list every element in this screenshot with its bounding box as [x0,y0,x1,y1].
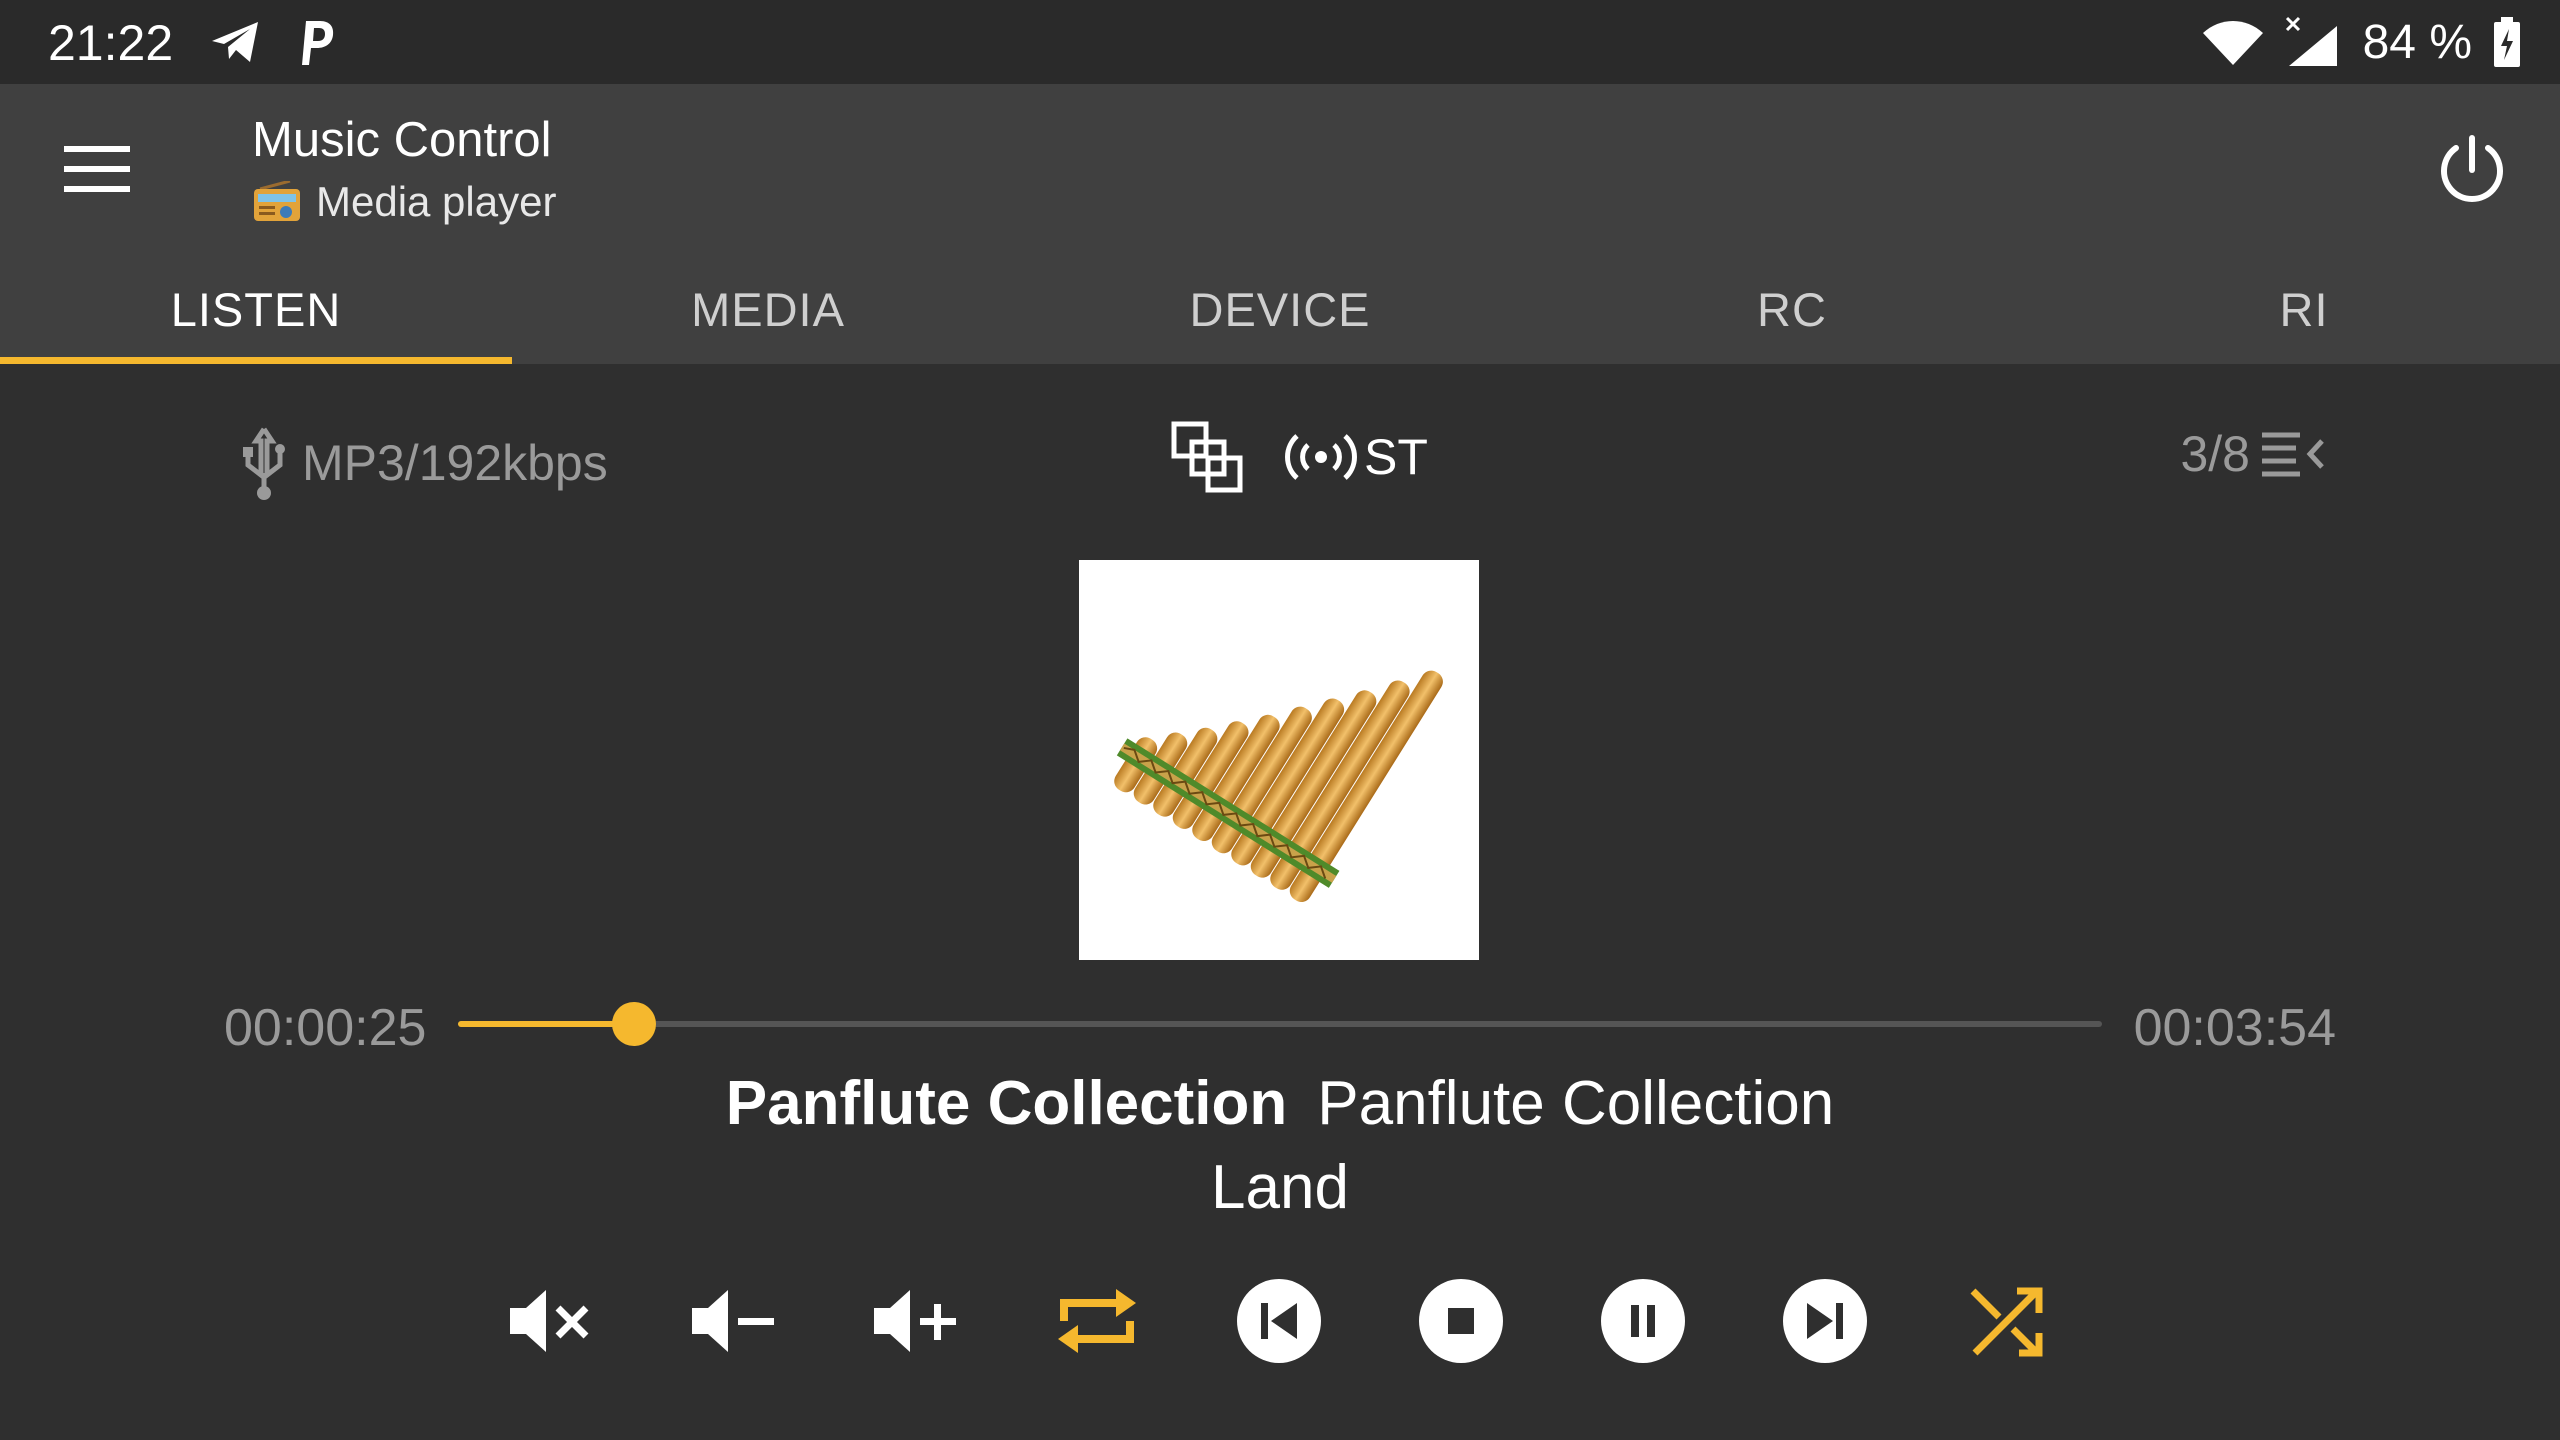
tab-device[interactable]: DEVICE [1024,254,1536,364]
next-icon [1783,1279,1867,1363]
queue-info[interactable]: 3/8 [2180,425,2326,483]
app-subtitle: Media player [252,178,556,226]
audio-format: MP3/192kbps [302,435,608,491]
next-button[interactable] [1780,1276,1870,1366]
seek-bar-thumb[interactable] [611,1002,656,1046]
usb-icon [243,427,285,500]
telegram-icon [212,22,258,62]
cell-signal-icon [2285,16,2337,66]
stereo-indicator: ST [1284,428,1428,486]
volume-up-icon [874,1290,956,1352]
volume-up-button[interactable] [870,1276,960,1366]
seek-bar-progress [458,1021,634,1027]
track-title: Land [1211,1153,1349,1222]
album-name: Panflute Collection [725,1069,1288,1138]
radio-icon [254,181,300,221]
status-bar: 21:22 84 % [0,0,2560,84]
battery-percent: 84 % [2362,15,2472,69]
previous-button[interactable] [1234,1276,1324,1366]
battery-charging-icon [2494,17,2520,67]
volume-down-button[interactable] [688,1276,778,1366]
tab-media[interactable]: MEDIA [512,254,1024,364]
playlist-icon[interactable] [2260,429,2326,479]
subtitle-text: Media player [316,178,557,225]
hamburger-menu-icon[interactable] [58,136,138,202]
pause-icon [1601,1279,1685,1363]
pause-button[interactable] [1598,1276,1688,1366]
power-icon[interactable] [2434,132,2510,208]
tab-ri[interactable]: RI [2048,254,2560,364]
total-time: 00:03:54 [2133,999,2336,1057]
song-info: Panflute Collection Panflute Collection [0,1068,2560,1139]
tab-bar: LISTEN MEDIA DEVICE RC RI [0,254,2560,364]
tab-listen[interactable]: LISTEN [0,254,512,364]
mute-icon [510,1290,589,1352]
repeat-button[interactable] [1052,1276,1142,1366]
mute-button[interactable] [506,1276,596,1366]
previous-icon [1237,1279,1321,1363]
stereo-label: ST [1364,429,1428,485]
tab-rc[interactable]: RC [1536,254,2048,364]
playback-controls [0,1276,2560,1366]
app-toolbar: Music Control Media player [0,84,2560,254]
seek-bar[interactable] [458,1002,2102,1046]
repeat-icon [1058,1289,1136,1353]
dsp-grid-icon[interactable] [1170,420,1244,494]
artist-name: Panflute Collection [1317,1069,1835,1138]
source-info: MP3/192kbps [236,425,608,501]
shuffle-icon [1970,1287,2043,1357]
wifi-icon [2202,21,2263,65]
broadcast-icon [1285,434,1357,480]
album-art [1079,560,1479,960]
elapsed-time: 00:00:25 [224,999,427,1057]
app-title: Music Control [252,113,552,167]
p-app-icon [302,21,334,65]
stop-icon [1419,1279,1503,1363]
stop-button[interactable] [1416,1276,1506,1366]
panflute-image [1114,670,1443,902]
shuffle-button[interactable] [1962,1276,2052,1366]
track-position: 3/8 [2180,426,2250,482]
volume-down-icon [692,1290,774,1352]
status-time: 21:22 [48,15,174,71]
